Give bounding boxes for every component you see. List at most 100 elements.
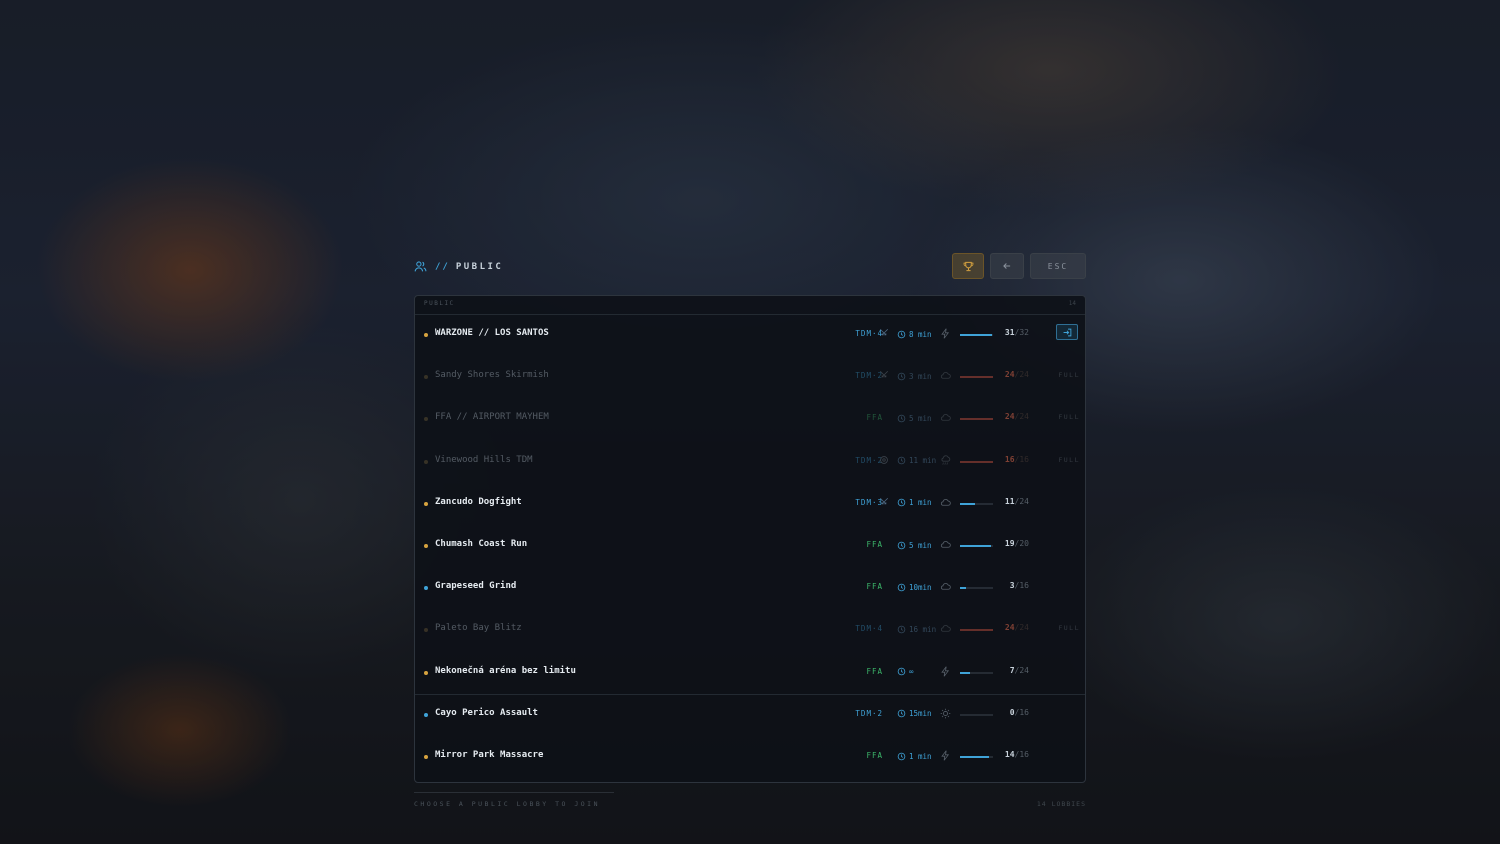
player-max: /24 xyxy=(1014,370,1029,380)
lobby-name: Vinewood Hills TDM xyxy=(435,454,533,465)
cloud-icon xyxy=(941,414,951,422)
clock-icon xyxy=(897,541,906,549)
lightning-icon xyxy=(941,328,950,339)
player-fill xyxy=(960,671,970,674)
panel-count: 14 xyxy=(1068,300,1076,307)
player-count: 31/32 xyxy=(993,328,1029,337)
clock-icon xyxy=(897,752,906,760)
time-value: 3 min xyxy=(909,371,932,381)
player-fill xyxy=(960,460,993,463)
game-mode: TDM·2 xyxy=(855,708,883,718)
cloud-icon xyxy=(941,498,951,506)
player-fill xyxy=(960,587,967,590)
player-count: 16/16 xyxy=(993,455,1029,464)
lightning-icon xyxy=(941,750,950,761)
cloud-icon xyxy=(941,541,951,548)
round-time: 16 min xyxy=(897,623,936,635)
player-current: 16 xyxy=(1004,454,1015,464)
time-value: 16 min xyxy=(909,624,937,634)
game-mode: TDM·4 xyxy=(855,624,883,634)
crossed-swords-icon xyxy=(879,328,889,336)
game-mode: FFA xyxy=(866,413,883,423)
lobby-row[interactable]: Cayo Perico Assault TDM·2 15min 0/16 xyxy=(415,694,1085,736)
player-count: 14/16 xyxy=(993,750,1029,759)
footer-divider xyxy=(414,792,614,793)
status-dot xyxy=(424,375,428,380)
lobby-name: Nekonečná aréna bez limitu xyxy=(435,665,576,676)
player-count: 3/16 xyxy=(993,581,1029,590)
player-current: 31 xyxy=(1004,328,1015,337)
lobby-row[interactable]: FFA // AIRPORT MAYHEM FFA 5 min 24/24 FULL xyxy=(415,398,1085,440)
player-fill-bar xyxy=(960,502,993,505)
sun-icon xyxy=(940,708,951,719)
clock-icon xyxy=(897,625,906,634)
player-fill xyxy=(960,334,992,336)
footer: CHOOSE A PUBLIC LOBBY TO JOIN 14 LOBBIES xyxy=(414,792,1086,812)
lobby-name: FFA // AIRPORT MAYHEM xyxy=(435,412,549,423)
player-max: /32 xyxy=(1014,328,1029,337)
lobby-name: Grapeseed Grind xyxy=(435,581,517,592)
player-current: 19 xyxy=(1004,539,1015,548)
round-time: 5 min xyxy=(897,539,932,551)
player-fill-bar xyxy=(960,671,993,674)
time-value: 8 min xyxy=(909,329,932,339)
player-fill xyxy=(960,756,990,758)
clock-icon xyxy=(897,414,906,423)
lobby-row[interactable]: Zancudo Dogfight TDM·3 1 min 11/24 xyxy=(415,483,1085,525)
page-title: PUBLIC xyxy=(455,261,504,272)
arrow-left-icon xyxy=(1003,263,1011,269)
player-current: 11 xyxy=(1004,496,1015,506)
player-current: 14 xyxy=(1004,750,1015,759)
player-fill-bar xyxy=(960,418,993,421)
status-dot xyxy=(424,333,428,337)
lobby-name: Paleto Bay Blitz xyxy=(435,623,522,634)
clock-icon xyxy=(897,499,906,507)
esc-button[interactable]: ESC xyxy=(1030,253,1086,279)
trophy-icon xyxy=(963,261,973,271)
lobby-row[interactable]: Vinewood Hills TDM TDM·2 11 min 16/16 FULL xyxy=(415,441,1085,483)
player-count: 11/24 xyxy=(993,497,1029,506)
lobby-name: Chumash Coast Run xyxy=(435,539,528,549)
round-time: 1 min xyxy=(897,497,932,509)
lobby-row[interactable]: Mirror Park Massacre FFA 1 min 14/16 xyxy=(415,736,1085,778)
player-current: 24 xyxy=(1004,370,1015,380)
player-fill xyxy=(960,418,993,421)
player-max: /20 xyxy=(1014,539,1029,548)
crossed-swords-icon xyxy=(879,497,889,505)
clock-icon xyxy=(897,583,906,591)
status-dot xyxy=(424,417,428,422)
player-fill-bar xyxy=(960,629,993,632)
clock-icon xyxy=(897,710,906,718)
lobby-name: WARZONE // LOS SANTOS xyxy=(435,328,549,338)
crossed-swords-icon xyxy=(879,371,889,378)
join-icon xyxy=(1063,328,1071,336)
time-value: 11 min xyxy=(909,456,937,466)
lobby-row[interactable]: WARZONE // LOS SANTOS TDM·4 8 min 31/32 xyxy=(415,314,1085,356)
player-fill-bar xyxy=(960,713,993,716)
status-dot xyxy=(424,712,428,717)
trophy-button[interactable] xyxy=(952,253,984,279)
full-badge: FULL xyxy=(1058,624,1080,633)
status-dot xyxy=(424,459,428,464)
player-fill-bar xyxy=(960,376,993,379)
cloud-icon xyxy=(941,583,951,590)
full-badge: FULL xyxy=(1058,413,1080,422)
player-fill xyxy=(960,545,992,547)
round-time: 1 min xyxy=(897,750,932,762)
lobby-row[interactable]: Nekonečná aréna bez limitu FFA ∞ 7/24 xyxy=(415,652,1085,695)
player-fill-bar xyxy=(960,334,993,336)
lobby-list-panel: PUBLIC 14 WARZONE // LOS SANTOS TDM·4 8 mi… xyxy=(414,295,1086,783)
lobby-row[interactable]: Chumash Coast Run FFA 5 min 19/20 xyxy=(415,525,1085,567)
player-current: 24 xyxy=(1004,412,1015,422)
player-max: /16 xyxy=(1014,707,1029,717)
player-max: /16 xyxy=(1014,581,1029,591)
back-button[interactable] xyxy=(990,253,1024,279)
time-value: 5 min xyxy=(909,540,932,550)
lobby-row[interactable]: Sandy Shores Skirmish TDM·2 3 min 24/24 FULL xyxy=(415,356,1085,398)
join-button[interactable] xyxy=(1056,324,1078,340)
lobby-row[interactable]: Paleto Bay Blitz TDM·4 16 min 24/24 FULL xyxy=(415,609,1085,651)
lightning-icon xyxy=(941,666,950,677)
lobby-name: Mirror Park Massacre xyxy=(435,750,544,760)
lobby-row[interactable]: Grapeseed Grind FFA 10min 3/16 xyxy=(415,567,1085,609)
status-dot xyxy=(424,670,428,675)
